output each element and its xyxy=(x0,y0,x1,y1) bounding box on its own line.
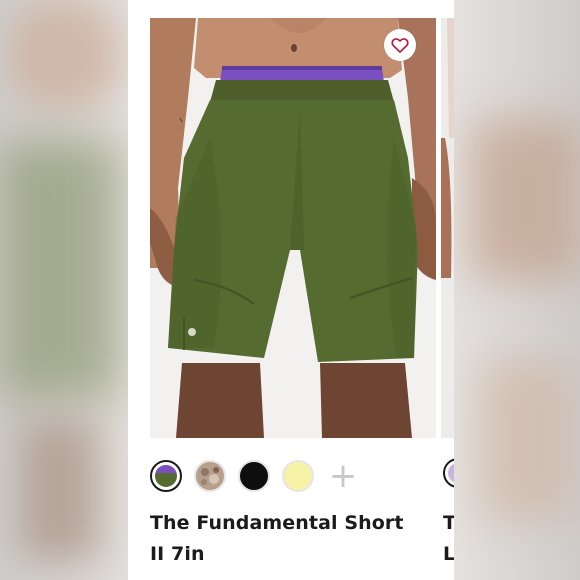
swatch-pale-yellow[interactable] xyxy=(282,460,314,492)
swatch-olive-fill xyxy=(155,465,177,487)
product-carousel: + The Fundamental Short II 7in T L xyxy=(128,0,454,580)
next-card-swatch[interactable] xyxy=(443,458,454,488)
next-product-image[interactable] xyxy=(441,18,454,438)
next-card-title[interactable]: T L xyxy=(443,508,454,570)
swatch-olive[interactable] xyxy=(150,460,182,492)
swatch-camo[interactable] xyxy=(194,460,226,492)
background-blur-right xyxy=(454,0,580,580)
product-image[interactable] xyxy=(150,18,436,438)
product-title[interactable]: The Fundamental Short II 7in xyxy=(150,508,418,570)
heart-outline-icon xyxy=(391,38,409,53)
favorite-button[interactable] xyxy=(384,29,416,61)
background-blur-left xyxy=(0,0,128,580)
color-swatches: + xyxy=(150,456,358,496)
swatch-black[interactable] xyxy=(238,460,270,492)
more-colors-plus-icon[interactable]: + xyxy=(328,459,358,493)
